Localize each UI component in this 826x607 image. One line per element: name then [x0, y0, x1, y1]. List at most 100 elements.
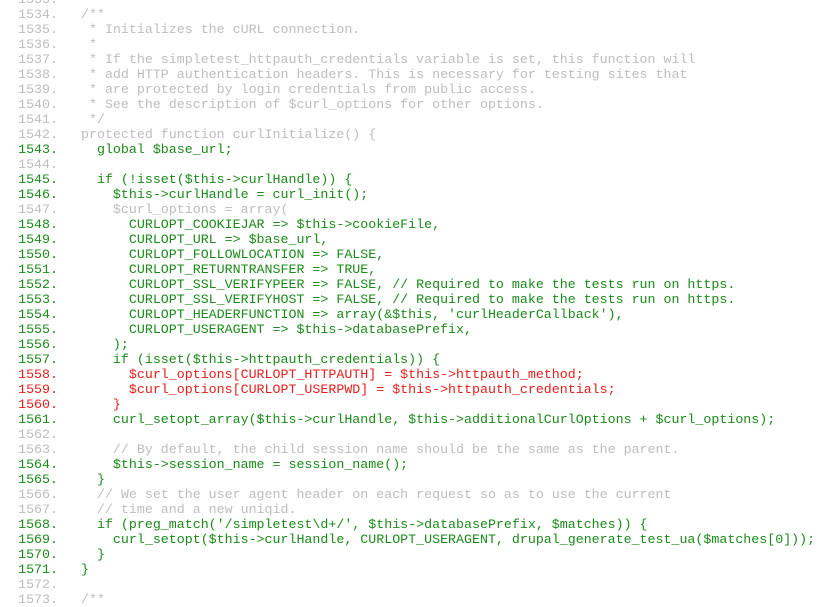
code-line: 1540. * See the description of $curl_opt…: [0, 97, 826, 112]
line-number: 1538.: [18, 67, 58, 82]
line-number: 1569.: [18, 532, 58, 547]
line-number: 1555.: [18, 322, 58, 337]
line-number: 1540.: [18, 97, 58, 112]
line-source: * See the description of $curl_options f…: [81, 97, 544, 112]
line-source: * If the simpletest_httpauth_credentials…: [81, 52, 696, 67]
line-number: 1547.: [18, 202, 58, 217]
code-line: 1536. *: [0, 37, 826, 52]
line-number: 1570.: [18, 547, 58, 562]
code-line: 1546. $this->curlHandle = curl_init();: [0, 187, 826, 202]
code-line: 1565. }: [0, 472, 826, 487]
line-number: 1551.: [18, 262, 58, 277]
code-line: 1573. /**: [0, 592, 826, 607]
code-line: 1556. );: [0, 337, 826, 352]
code-line: 1554. CURLOPT_HEADERFUNCTION => array(&$…: [0, 307, 826, 322]
code-line: 1571.}: [0, 562, 826, 577]
line-number: 1549.: [18, 232, 58, 247]
line-source: CURLOPT_COOKIEJAR => $this->cookieFile,: [81, 217, 441, 232]
line-source: $this->session_name = session_name();: [81, 457, 409, 472]
line-source: curl_setopt($this->curlHandle, CURLOPT_U…: [81, 532, 816, 547]
code-line: 1559. $curl_options[CURLOPT_USERPWD] = $…: [0, 382, 826, 397]
code-line: 1563. // By default, the child session n…: [0, 442, 826, 457]
line-number: 1539.: [18, 82, 58, 97]
code-line: 1542. protected function curlInitialize()…: [0, 127, 826, 142]
line-source: }: [81, 562, 89, 577]
line-number: 1565.: [18, 472, 58, 487]
line-source: // time and a new uniqid.: [81, 502, 297, 517]
line-number: 1560.: [18, 397, 58, 412]
code-line: 1538. * add HTTP authentication headers.…: [0, 67, 826, 82]
code-line: 1551. CURLOPT_RETURNTRANSFER => TRUE,: [0, 262, 826, 277]
line-number: 1564.: [18, 457, 58, 472]
code-line: 1567. // time and a new uniqid.: [0, 502, 826, 517]
code-line: 1553. CURLOPT_SSL_VERIFYHOST => FALSE, /…: [0, 292, 826, 307]
line-number: 1545.: [18, 172, 58, 187]
code-line: 1534. /**: [0, 7, 826, 22]
line-source: protected function curlInitialize() {: [81, 127, 377, 142]
line-number: 1572.: [18, 577, 58, 592]
line-source: /**: [81, 7, 105, 22]
code-line: 1541. */: [0, 112, 826, 127]
code-line: 1570. }: [0, 547, 826, 562]
line-number: 1561.: [18, 412, 58, 427]
line-source: CURLOPT_HEADERFUNCTION => array(&$this, …: [81, 307, 624, 322]
line-number: 1553.: [18, 292, 58, 307]
code-line: 1568. if (preg_match('/simpletest\d+/', …: [0, 517, 826, 532]
code-line: 1555. CURLOPT_USERAGENT => $this->databa…: [0, 322, 826, 337]
line-number: 1559.: [18, 382, 58, 397]
code-coverage-listing: 1533.1534./**1535. * Initializes the cUR…: [0, 0, 826, 607]
code-line: 1535. * Initializes the cURL connection.: [0, 22, 826, 37]
line-source: if (isset($this->httpauth_credentials)) …: [81, 352, 441, 367]
line-number: 1533.: [0, 0, 58, 7]
line-source: // By default, the child session name sh…: [81, 442, 680, 457]
line-source: }: [81, 397, 121, 412]
code-line: 1572.: [0, 577, 826, 592]
code-line: 1549. CURLOPT_URL => $base_url,: [0, 232, 826, 247]
line-number: 1542.: [18, 127, 58, 142]
line-number: 1556.: [18, 337, 58, 352]
line-number: 1535.: [18, 22, 58, 37]
line-source: }: [81, 547, 105, 562]
line-source: CURLOPT_RETURNTRANSFER => TRUE,: [81, 262, 377, 277]
code-line: 1569. curl_setopt($this->curlHandle, CUR…: [0, 532, 826, 547]
code-line: 1533.: [0, 0, 826, 7]
line-number: 1554.: [18, 307, 58, 322]
line-number: 1563.: [18, 442, 58, 457]
line-source: CURLOPT_FOLLOWLOCATION => FALSE,: [81, 247, 385, 262]
line-number: 1534.: [18, 7, 58, 22]
line-source: $curl_options[CURLOPT_HTTPAUTH] = $this-…: [81, 367, 584, 382]
line-number: 1566.: [18, 487, 58, 502]
line-number: 1536.: [18, 37, 58, 52]
line-number: 1546.: [18, 187, 58, 202]
line-source: * are protected by login credentials fro…: [81, 82, 536, 97]
line-source: $curl_options[CURLOPT_USERPWD] = $this->…: [81, 382, 616, 397]
line-number: 1543.: [18, 142, 58, 157]
code-line: 1545. if (!isset($this->curlHandle)) {: [0, 172, 826, 187]
line-source: }: [81, 472, 105, 487]
line-number: 1541.: [18, 112, 58, 127]
line-source: if (preg_match('/simpletest\d+/', $this-…: [81, 517, 648, 532]
line-source: CURLOPT_SSL_VERIFYPEER => FALSE, // Requ…: [81, 277, 736, 292]
line-source: * add HTTP authentication headers. This …: [81, 67, 688, 82]
line-source: curl_setopt_array($this->curlHandle, $th…: [81, 412, 776, 427]
line-source: /**: [81, 592, 105, 607]
line-source: );: [81, 337, 129, 352]
code-line: 1550. CURLOPT_FOLLOWLOCATION => FALSE,: [0, 247, 826, 262]
line-source: */: [81, 112, 105, 127]
code-line: 1562.: [0, 427, 826, 442]
line-source: * Initializes the cURL connection.: [81, 22, 361, 37]
line-number: 1548.: [18, 217, 58, 232]
code-line: 1537. * If the simpletest_httpauth_crede…: [0, 52, 826, 67]
code-line: 1539. * are protected by login credentia…: [0, 82, 826, 97]
code-line: 1547. $curl_options = array(: [0, 202, 826, 217]
code-line: 1557. if (isset($this->httpauth_credenti…: [0, 352, 826, 367]
line-number: 1571.: [18, 562, 58, 577]
line-source: CURLOPT_USERAGENT => $this->databasePref…: [81, 322, 472, 337]
line-number: 1562.: [18, 427, 58, 442]
line-number: 1567.: [18, 502, 58, 517]
code-line: 1548. CURLOPT_COOKIEJAR => $this->cookie…: [0, 217, 826, 232]
code-line: 1566. // We set the user agent header on…: [0, 487, 826, 502]
line-number: 1552.: [18, 277, 58, 292]
code-line: 1543. global $base_url;: [0, 142, 826, 157]
line-number: 1568.: [18, 517, 58, 532]
